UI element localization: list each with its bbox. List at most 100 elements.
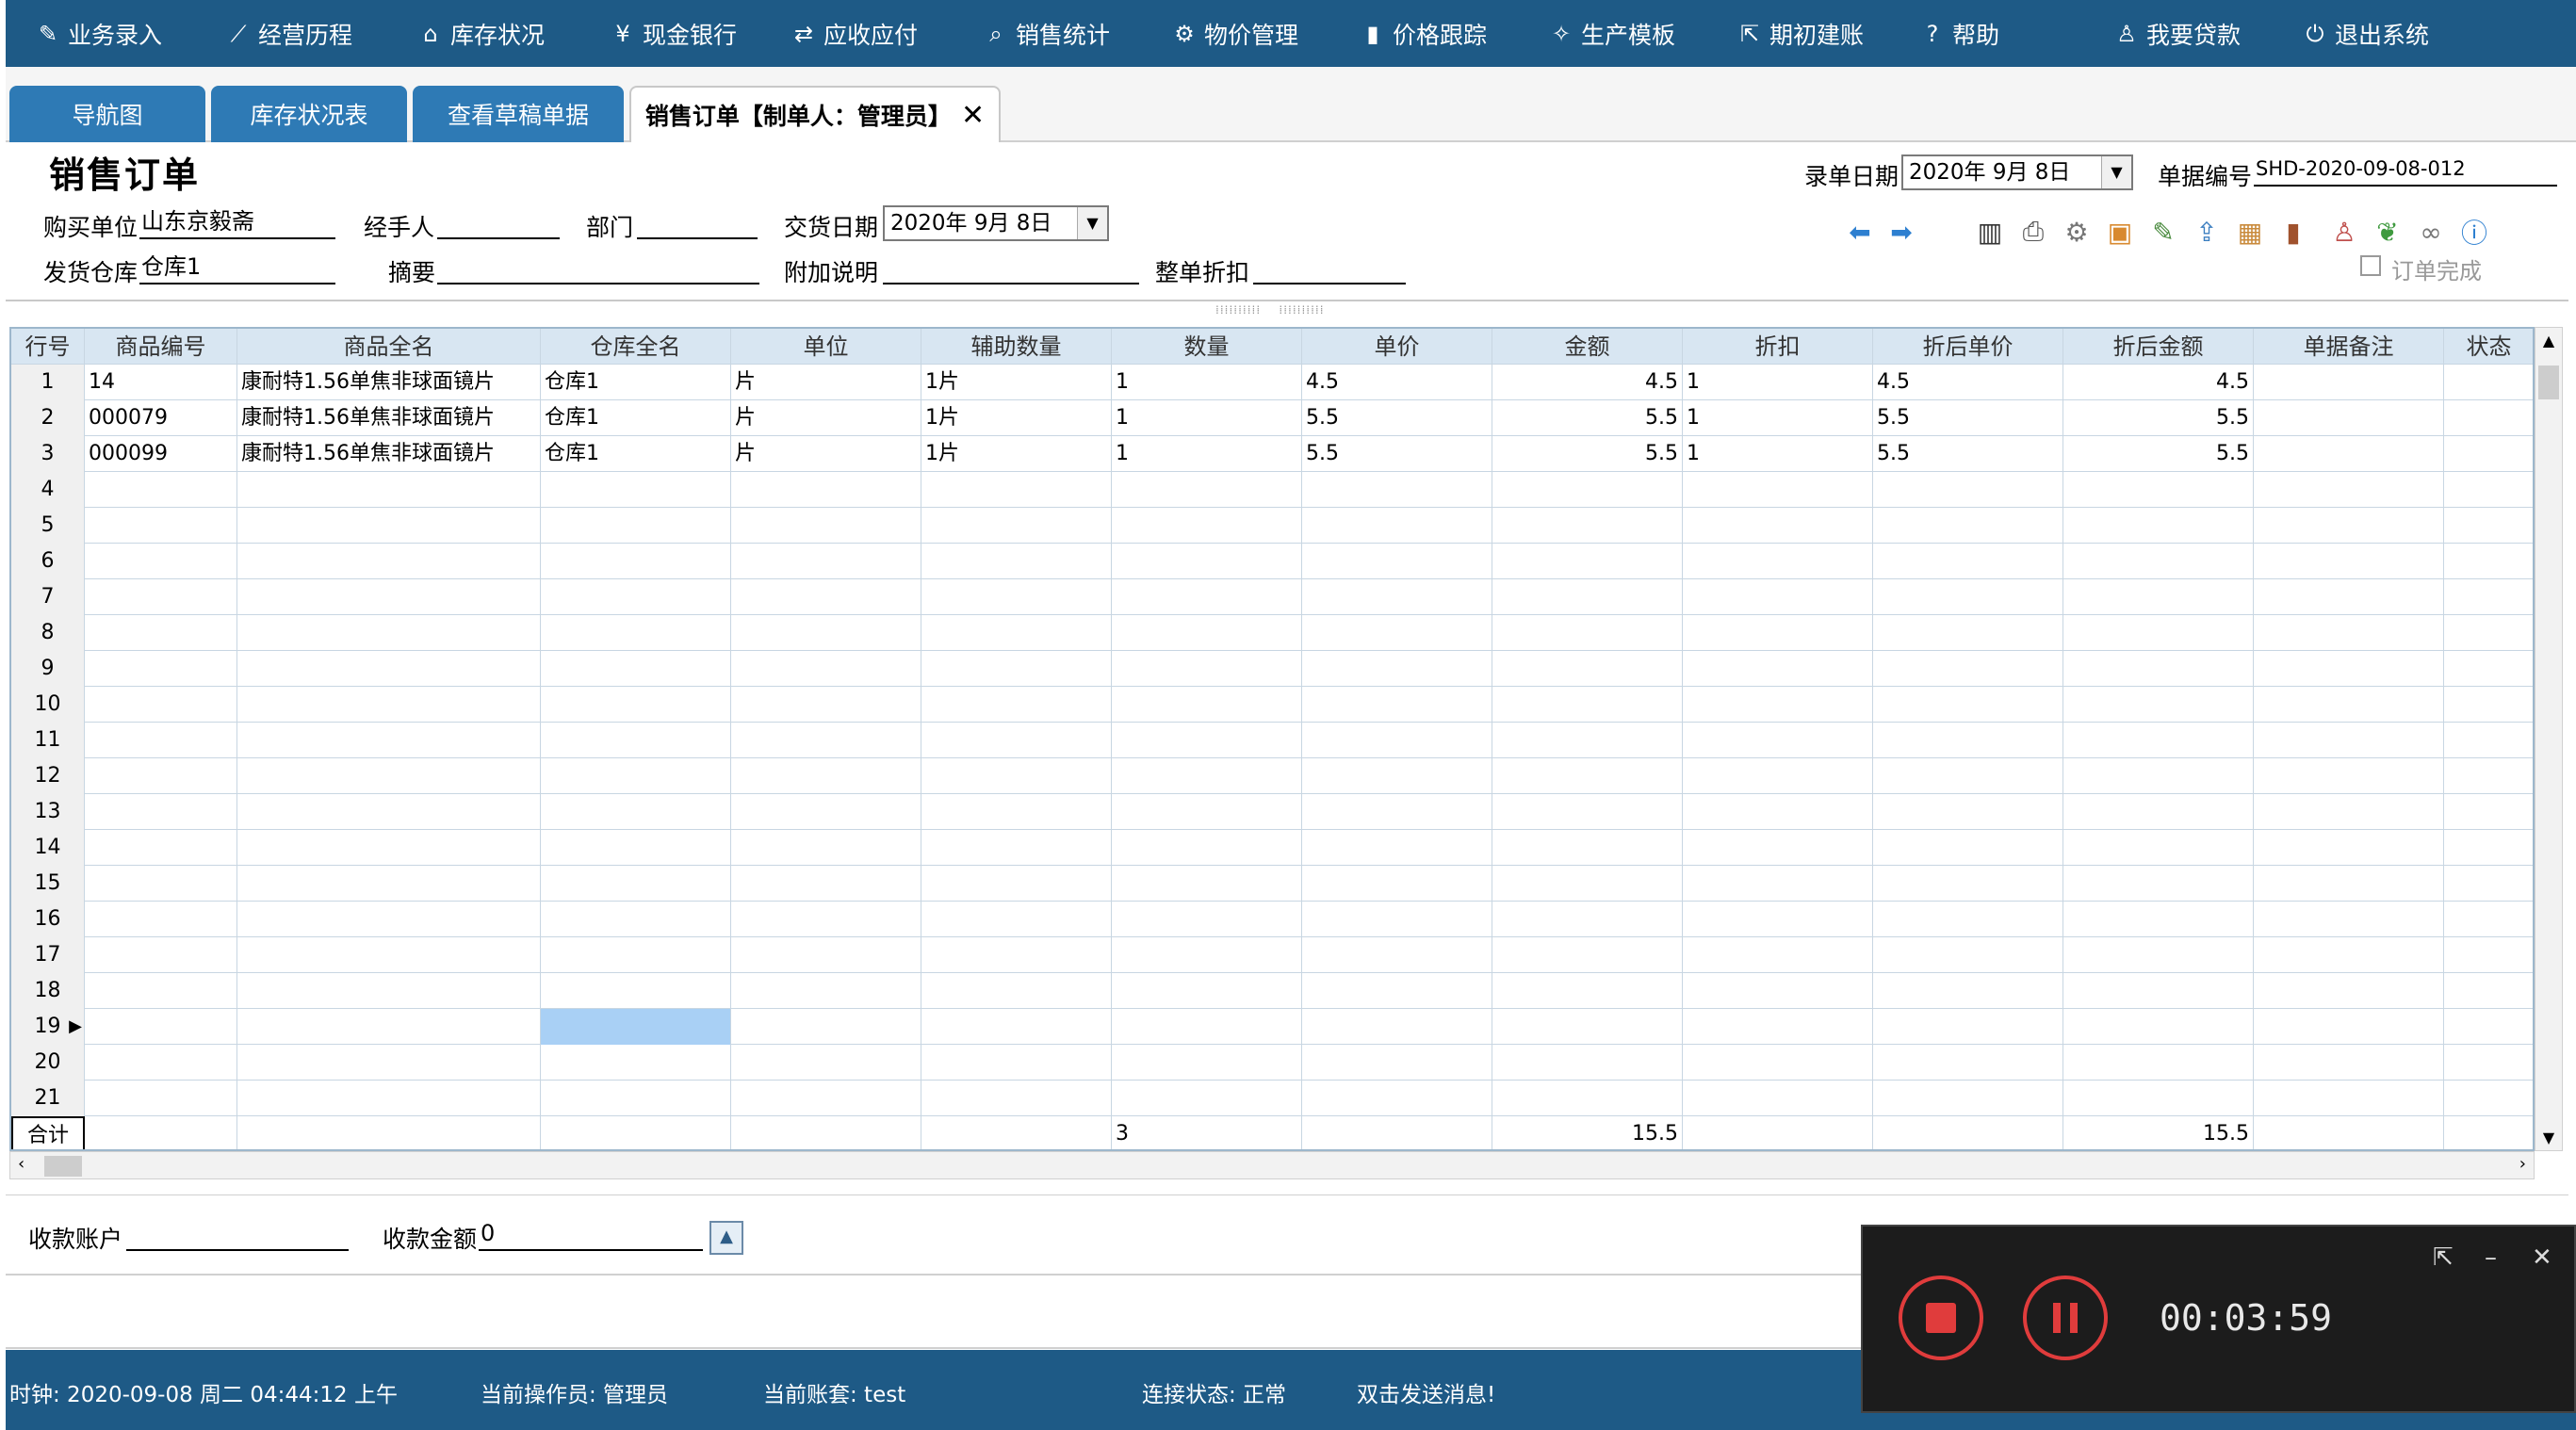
grid-cell[interactable] bbox=[1112, 579, 1302, 615]
grid-cell[interactable] bbox=[1112, 544, 1302, 579]
grid-cell[interactable] bbox=[237, 866, 541, 902]
table-row[interactable]: 19 ▶ bbox=[11, 1009, 2533, 1045]
grid-cell[interactable] bbox=[237, 651, 541, 687]
grid-cell[interactable] bbox=[1302, 544, 1492, 579]
grid-cell[interactable] bbox=[541, 651, 731, 687]
grid-cell[interactable] bbox=[1873, 723, 2063, 758]
grid-cell[interactable] bbox=[2063, 758, 2254, 794]
column-header[interactable]: 状态 bbox=[2444, 329, 2533, 365]
table-row[interactable]: 6 bbox=[11, 544, 2533, 579]
grid-cell[interactable] bbox=[2444, 400, 2533, 436]
column-header[interactable]: 商品编号 bbox=[85, 329, 237, 365]
grid-cell[interactable] bbox=[731, 723, 921, 758]
grid-cell[interactable] bbox=[1302, 687, 1492, 723]
grid-cell[interactable]: 1 bbox=[1112, 400, 1302, 436]
grid-cell[interactable] bbox=[1683, 687, 1873, 723]
grid-cell[interactable] bbox=[541, 472, 731, 508]
grid-cell[interactable] bbox=[1492, 579, 1683, 615]
pause-recording-button[interactable] bbox=[2023, 1276, 2108, 1360]
row-number[interactable]: 1 bbox=[11, 365, 85, 400]
grid-cell[interactable]: 15.5 bbox=[1492, 1116, 1683, 1149]
row-number[interactable]: 14 bbox=[11, 830, 85, 866]
minimize-icon[interactable]: – bbox=[2485, 1243, 2497, 1272]
grid-cell[interactable] bbox=[2254, 866, 2444, 902]
grid-cell[interactable] bbox=[2063, 723, 2254, 758]
grid-cell[interactable] bbox=[1873, 794, 2063, 830]
grid-cell[interactable] bbox=[1302, 973, 1492, 1009]
grid-cell[interactable]: 片 bbox=[731, 365, 921, 400]
grid-cell[interactable] bbox=[1873, 508, 2063, 544]
grid-cell[interactable] bbox=[237, 902, 541, 937]
grid-cell[interactable] bbox=[731, 544, 921, 579]
grid-cell[interactable]: 片 bbox=[731, 436, 921, 472]
arrow-left-icon[interactable]: ⬅ bbox=[1843, 215, 1877, 249]
table-row[interactable]: 12 bbox=[11, 758, 2533, 794]
grid-cell[interactable] bbox=[541, 1116, 731, 1149]
grid-cell[interactable] bbox=[1302, 508, 1492, 544]
grid-cell[interactable] bbox=[731, 830, 921, 866]
grid-cell[interactable] bbox=[1683, 937, 1873, 973]
row-number[interactable]: 7 bbox=[11, 579, 85, 615]
grid-cell[interactable]: 5.5 bbox=[1492, 400, 1683, 436]
grid-cell[interactable] bbox=[1302, 1116, 1492, 1149]
record-date-picker[interactable]: 2020年 9月 8日 ▼ bbox=[1901, 154, 2133, 190]
grid-cell[interactable] bbox=[921, 615, 1112, 651]
close-icon[interactable]: ✕ bbox=[2532, 1243, 2552, 1272]
grid-cell[interactable] bbox=[85, 472, 237, 508]
grid-cell[interactable] bbox=[2063, 830, 2254, 866]
row-number[interactable]: 15 bbox=[11, 866, 85, 902]
grid-cell[interactable] bbox=[1302, 902, 1492, 937]
grid-cell[interactable] bbox=[2444, 758, 2533, 794]
table-row[interactable]: 13 bbox=[11, 794, 2533, 830]
grid-cell[interactable] bbox=[85, 758, 237, 794]
grid-cell[interactable] bbox=[1112, 1009, 1302, 1045]
expand-up-icon[interactable]: ▲ bbox=[709, 1221, 743, 1255]
column-header[interactable]: 辅助数量 bbox=[921, 329, 1112, 365]
buyer-field[interactable]: 山东京毅斋 bbox=[139, 205, 335, 239]
row-number[interactable]: 18 bbox=[11, 973, 85, 1009]
table-row[interactable]: 7 bbox=[11, 579, 2533, 615]
grid-cell[interactable] bbox=[1112, 1045, 1302, 1081]
grid-cell[interactable]: 14 bbox=[85, 365, 237, 400]
order-done-checkbox[interactable] bbox=[2360, 255, 2381, 276]
grid-cell[interactable] bbox=[85, 902, 237, 937]
grid-cell[interactable] bbox=[2063, 508, 2254, 544]
grid-cell[interactable] bbox=[731, 508, 921, 544]
status-message[interactable]: 双击发送消息! bbox=[1357, 1376, 1495, 1408]
arrow-right-icon[interactable]: ➡ bbox=[1884, 215, 1918, 249]
grid-cell[interactable] bbox=[1683, 794, 1873, 830]
grid-cell[interactable] bbox=[1112, 687, 1302, 723]
grid-cell[interactable]: 1 bbox=[1112, 436, 1302, 472]
grid-cell[interactable] bbox=[541, 615, 731, 651]
grid-cell[interactable] bbox=[237, 723, 541, 758]
grid-cell[interactable] bbox=[237, 687, 541, 723]
grid-cell[interactable] bbox=[1492, 830, 1683, 866]
menu-item-12[interactable]: ⏻ 退出系统 bbox=[2301, 0, 2430, 67]
grid-cell[interactable] bbox=[1302, 651, 1492, 687]
table-row[interactable]: 1 14 康耐特1.56单焦非球面镜片 仓库1 片 1片 1 4.5 4.5 1 4.5 4.5 bbox=[11, 365, 2533, 400]
grid-cell[interactable] bbox=[1302, 579, 1492, 615]
row-number[interactable]: 13 bbox=[11, 794, 85, 830]
grid-cell[interactable]: 康耐特1.56单焦非球面镜片 bbox=[237, 436, 541, 472]
grid-cell[interactable] bbox=[237, 1081, 541, 1116]
grid-cell[interactable] bbox=[2254, 615, 2444, 651]
grid-cell[interactable] bbox=[2254, 544, 2444, 579]
row-number[interactable]: 4 bbox=[11, 472, 85, 508]
grid-cell[interactable] bbox=[541, 758, 731, 794]
leaf-icon[interactable]: ❦ bbox=[2371, 215, 2405, 249]
grid-cell[interactable] bbox=[237, 508, 541, 544]
tab-draft-docs[interactable]: 查看草稿单据 bbox=[413, 86, 624, 142]
scroll-up-icon[interactable]: ▲ bbox=[2535, 332, 2562, 349]
grid-cell[interactable] bbox=[921, 937, 1112, 973]
grid-cell[interactable] bbox=[731, 758, 921, 794]
grid-cell[interactable] bbox=[2444, 508, 2533, 544]
grid-cell[interactable] bbox=[1873, 1045, 2063, 1081]
box-icon[interactable]: ▦ bbox=[2233, 215, 2267, 249]
grid-cell[interactable] bbox=[85, 937, 237, 973]
grid-cell[interactable]: 1片 bbox=[921, 436, 1112, 472]
row-number[interactable]: 12 bbox=[11, 758, 85, 794]
grid-cell[interactable] bbox=[1492, 1045, 1683, 1081]
table-row[interactable]: 18 bbox=[11, 973, 2533, 1009]
grid-cell[interactable] bbox=[2444, 615, 2533, 651]
grid-cell[interactable] bbox=[921, 651, 1112, 687]
